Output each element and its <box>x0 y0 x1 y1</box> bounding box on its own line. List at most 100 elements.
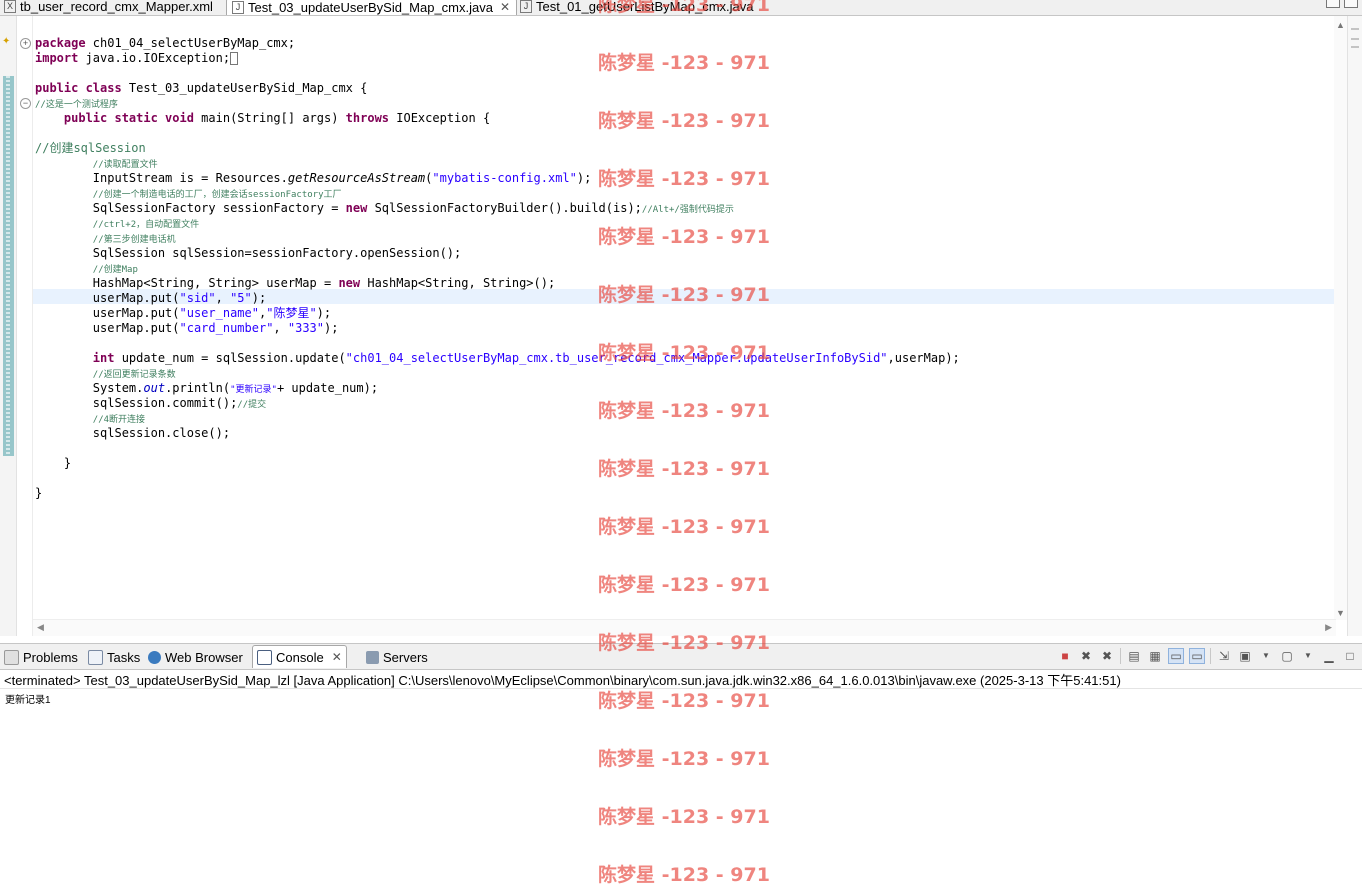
tab-servers[interactable]: Servers <box>366 647 428 667</box>
xml-file-icon: X <box>4 0 16 13</box>
scroll-right-icon[interactable]: ▶ <box>1325 622 1332 633</box>
code-line: } <box>63 456 72 470</box>
servers-icon <box>366 650 379 664</box>
tasks-icon <box>88 649 103 665</box>
overview-marker[interactable] <box>1351 46 1359 48</box>
tab-test01-java[interactable]: J Test_01_getUserListByMap_cmx.java <box>520 0 754 15</box>
fold-gutter <box>17 16 33 636</box>
remove-all-launches-icon[interactable]: ✖ <box>1099 648 1115 664</box>
code-line: ); <box>324 321 339 335</box>
tab-label: Web Browser <box>165 649 243 665</box>
chevron-down-icon[interactable]: ▼ <box>1300 648 1316 664</box>
scroll-up-icon[interactable]: ▲ <box>1336 20 1345 30</box>
string-literal: "mybatis-config.xml" <box>432 171 577 185</box>
minimize-view-icon[interactable]: ▁ <box>1321 648 1337 664</box>
tab-mapper-xml[interactable]: X tb_user_record_cmx_Mapper.xml <box>4 0 213 15</box>
remove-launch-icon[interactable]: ✖ <box>1078 648 1094 664</box>
toolbar-separator <box>1120 648 1121 664</box>
java-file-icon: J <box>520 0 532 13</box>
code-line: HashMap<String, String>(); <box>360 276 556 290</box>
display-console-icon[interactable]: ▣ <box>1237 648 1253 664</box>
clear-console-icon[interactable]: ▤ <box>1126 648 1142 664</box>
code-line: userMap.put( <box>92 306 180 320</box>
close-icon[interactable]: ✕ <box>500 0 510 14</box>
toolbar-separator <box>1210 648 1211 664</box>
keyword: public class <box>35 81 122 95</box>
scroll-lock-icon[interactable]: ▦ <box>1147 648 1163 664</box>
tab-label: Console <box>276 649 324 665</box>
static-field: out <box>143 381 166 395</box>
comment: //创建一个制造电话的工厂，创建会话sessionFactory工厂 <box>92 190 342 200</box>
maximize-icon[interactable] <box>1344 0 1358 8</box>
tab-test03-java[interactable]: J Test_03_updateUserBySid_Map_cmx.java ✕ <box>226 0 518 15</box>
maximize-view-icon[interactable]: □ <box>1342 648 1358 664</box>
string-literal: "陈梦星" <box>266 306 317 320</box>
tab-label: tb_user_record_cmx_Mapper.xml <box>20 0 213 14</box>
code-line: userMap.put( <box>92 291 180 305</box>
code-line: IOException { <box>389 111 491 125</box>
tab-web-browser[interactable]: Web Browser <box>148 647 243 667</box>
string-literal: "更新记录" <box>230 385 277 395</box>
show-on-stderr-icon[interactable]: ▭ <box>1189 648 1205 664</box>
horizontal-scrollbar[interactable]: ◀ ▶ <box>33 619 1336 636</box>
code-line: , <box>273 321 288 335</box>
code-line: System. <box>92 381 144 395</box>
code-line: ); <box>576 171 592 185</box>
editor-tab-bar: X tb_user_record_cmx_Mapper.xml J Test_0… <box>0 0 1362 16</box>
string-literal: "card_number" <box>179 321 274 335</box>
overview-marker[interactable] <box>1351 38 1359 40</box>
code-line: sqlSession.close(); <box>92 426 231 440</box>
minimize-icon[interactable] <box>1326 0 1340 8</box>
code-line: Test_03_updateUserBySid_Map_cmx { <box>121 81 368 95</box>
code-line: update_num = sqlSession.update( <box>114 351 346 365</box>
scroll-left-icon[interactable]: ◀ <box>37 622 44 633</box>
tab-problems[interactable]: Problems <box>4 647 78 667</box>
warning-lightbulb-icon[interactable]: ✦ <box>2 36 12 48</box>
close-icon[interactable]: ✕ <box>332 650 342 664</box>
comment: //提交 <box>237 400 267 410</box>
code-line: ); <box>251 291 267 305</box>
console-output-area[interactable]: 更新记录1 <box>0 688 1362 895</box>
java-file-icon: J <box>232 0 244 14</box>
globe-icon <box>148 650 161 664</box>
keyword: int <box>92 351 115 365</box>
keyword: new <box>345 201 368 215</box>
show-on-stdout-icon[interactable]: ▭ <box>1168 648 1184 664</box>
code-line: , <box>215 291 231 305</box>
bottom-view-tabs: Problems Tasks Web Browser Console ✕ Ser… <box>0 643 1362 670</box>
tab-label: Tasks <box>107 649 141 665</box>
pin-console-icon[interactable]: ⇲ <box>1216 648 1232 664</box>
new-console-icon[interactable]: ▢ <box>1279 648 1295 664</box>
code-line: + update_num); <box>276 381 379 395</box>
chevron-down-icon[interactable]: ▼ <box>1258 648 1274 664</box>
code-line: } <box>35 486 43 500</box>
comment: //第三步创建电话机 <box>92 235 176 245</box>
folded-import-marker[interactable] <box>230 52 239 65</box>
method-call: getResourceAsStream <box>287 171 426 185</box>
code-line: SqlSessionFactoryBuilder().build(is); <box>367 201 642 215</box>
collapse-fold-icon[interactable]: − <box>20 98 31 109</box>
code-line: HashMap<String, String> userMap = <box>92 276 339 290</box>
string-literal: "5" <box>230 291 252 305</box>
problems-icon <box>4 649 19 665</box>
vertical-scrollbar[interactable]: ▲ ▼ <box>1334 16 1348 620</box>
overview-marker[interactable] <box>1351 28 1359 30</box>
scroll-down-icon[interactable]: ▼ <box>1336 608 1345 618</box>
tab-tasks[interactable]: Tasks <box>88 647 140 667</box>
tab-label: Test_03_updateUserBySid_Map_cmx.java <box>248 0 493 15</box>
keyword: throws <box>345 111 390 125</box>
expand-fold-icon[interactable]: + <box>20 38 31 49</box>
code-text[interactable]: package ch01_04_selectUserByMap_cmx; impo… <box>35 21 960 531</box>
overview-ruler[interactable] <box>1347 16 1362 636</box>
code-editor[interactable]: ✦ + − package ch01_04_selectUserByMap_cm… <box>0 16 1362 636</box>
code-line: ); <box>316 306 332 320</box>
code-line: InputStream is = Resources. <box>92 171 288 185</box>
tab-console[interactable]: Console ✕ <box>252 645 347 668</box>
keyword: import <box>35 51 79 65</box>
code-line: ,userMap); <box>887 351 960 365</box>
console-icon <box>257 649 272 665</box>
comment: //这是一个测试程序 <box>35 100 118 110</box>
string-literal: "user_name" <box>179 306 259 320</box>
keyword: public static void <box>63 111 194 125</box>
terminate-icon[interactable]: ■ <box>1057 648 1073 664</box>
